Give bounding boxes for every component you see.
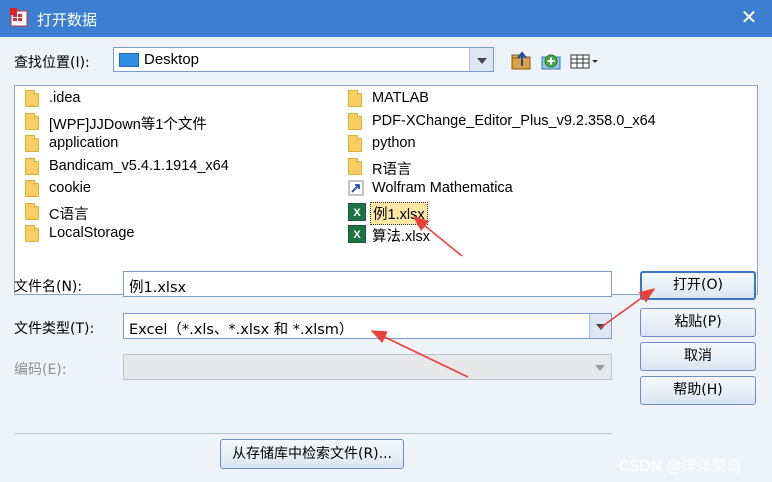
encoding-select [123,354,612,380]
folder-icon [348,112,362,130]
folder-icon [25,135,39,152]
excel-icon: X [348,225,366,243]
file-name: PDF-XChange_Editor_Plus_v9.2.358.0_x64 [372,112,656,129]
file-name: Bandicam_v5.4.1.1914_x64 [49,157,229,174]
file-name: [WPF]JJDown等1个文件 [49,116,207,133]
folder-icon [348,157,362,175]
excel-icon: X [348,202,366,221]
folder-icon [348,135,362,152]
chevron-down-icon [595,365,605,371]
folder-icon [25,225,39,242]
file-name: 例1.xlsx [370,201,428,225]
folder-icon [25,202,39,220]
lookin-combo[interactable]: Desktop [113,47,494,72]
search-repository-button[interactable]: 从存储库中检索文件(R)... [220,439,404,469]
folder-icon [25,157,39,175]
lookin-value: Desktop [144,51,200,68]
title-bar: 打开数据 ✕ [0,0,772,37]
open-button[interactable]: 打开(O) [640,271,756,300]
file-name: python [372,135,416,151]
view-menu-icon[interactable] [570,50,602,72]
dialog-body: 查找位置(I): Desktop .idea [WPF]JJDown等1个文件 ap… [0,37,772,482]
filetype-label: 文件类型(T): [14,321,95,337]
folder-icon [25,112,39,130]
folder-icon [25,180,39,197]
filename-label: 文件名(N): [14,279,83,295]
encoding-label: 编码(E): [14,362,67,378]
folder-icon [25,90,39,107]
shortcut-icon [348,180,366,198]
new-folder-icon[interactable] [540,50,562,72]
separator [14,433,612,434]
filename-input[interactable]: 例1.xlsx [123,271,612,297]
file-name: MATLAB [372,90,429,106]
lookin-dropdown-button[interactable] [469,48,493,71]
file-name: .idea [49,90,81,106]
app-icon [10,8,28,27]
chevron-down-icon [476,57,487,64]
cancel-button[interactable]: 取消 [640,342,756,371]
encoding-dropdown-button [589,355,611,379]
up-folder-icon[interactable] [510,50,532,72]
filetype-dropdown-button[interactable] [589,314,611,338]
filetype-select[interactable]: Excel（*.xls、*.xlsx 和 *.xlsm） [123,313,612,339]
file-name: Wolfram Mathematica [372,180,513,196]
desktop-icon [119,53,139,67]
watermark: CSDN @洋洋菜鸟 [619,457,742,475]
file-name: cookie [49,180,91,196]
filename-value: 例1.xlsx [129,280,187,296]
folder-icon [348,90,362,107]
file-name: application [49,135,119,151]
lookin-label: 查找位置(I): [14,55,90,71]
file-name: R语言 [372,161,412,178]
chevron-down-icon [595,324,606,330]
window-title: 打开数据 [37,11,98,29]
paste-button[interactable]: 粘贴(P) [640,308,756,337]
file-list[interactable]: .idea [WPF]JJDown等1个文件 application Bandicam… [14,85,758,295]
filetype-value: Excel（*.xls、*.xlsx 和 *.xlsm） [129,322,354,338]
close-icon[interactable]: ✕ [726,0,772,37]
help-button[interactable]: 帮助(H) [640,376,756,405]
file-name: C语言 [49,206,89,223]
file-name: 算法.xlsx [372,229,430,245]
file-name: LocalStorage [49,225,135,241]
